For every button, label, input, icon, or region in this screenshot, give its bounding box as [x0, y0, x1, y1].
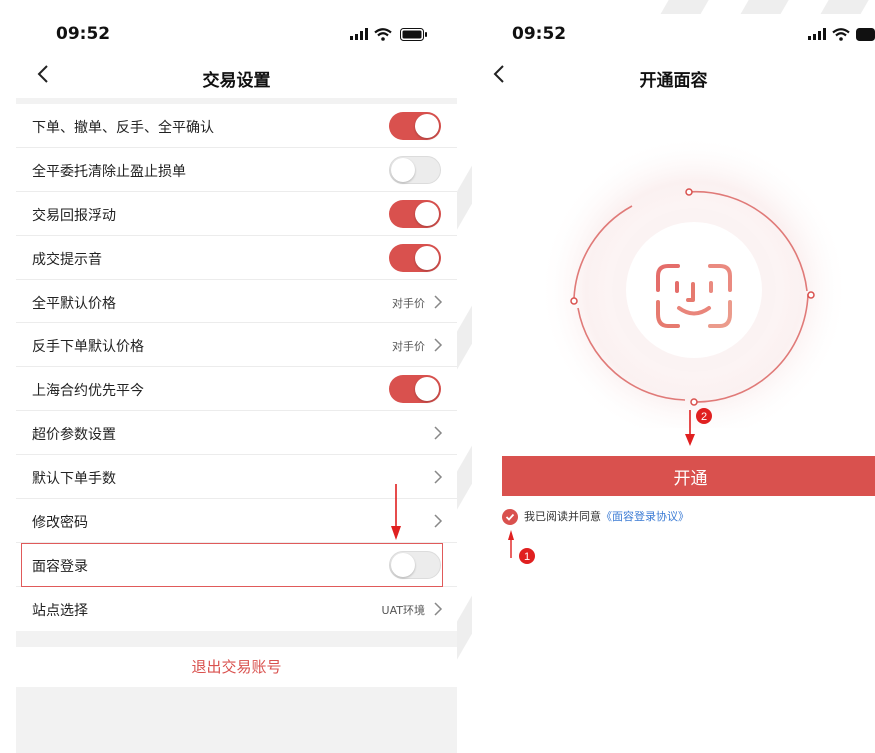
chevron-right-icon — [434, 514, 443, 528]
battery-icon — [400, 28, 427, 41]
status-bar: 09:52 — [472, 14, 875, 54]
agree-text: 我已阅读并同意 — [524, 510, 601, 523]
toggle-knob — [391, 157, 415, 182]
setting-label: 全平默认价格 — [32, 295, 116, 312]
toggle-switch[interactable] — [389, 243, 441, 272]
step-1-badge: 1 — [524, 551, 530, 563]
arc-node — [690, 398, 698, 406]
arc-node — [807, 291, 815, 299]
toggle-knob — [415, 377, 439, 402]
settings-list: 下单、撤单、反手、全平确认 全平委托清除止盈止损单 交易回报浮动 成交提示音 全… — [16, 104, 457, 631]
toggle-switch[interactable] — [389, 155, 441, 184]
step-2-badge: 2 — [701, 411, 707, 423]
setting-label: 修改密码 — [32, 515, 88, 532]
setting-label: 交易回报浮动 — [32, 207, 116, 224]
toggle-switch[interactable] — [389, 375, 441, 404]
logout-button[interactable]: 退出交易账号 — [16, 647, 457, 687]
setting-deal-sound: 成交提示音 — [16, 236, 457, 280]
page-title: 开通面容 — [639, 71, 708, 91]
setting-shanghai-close-today: 上海合约优先平今 — [16, 367, 457, 412]
chevron-right-icon — [434, 602, 443, 616]
nav-bar: 交易设置 — [16, 54, 457, 98]
toggle-knob — [415, 201, 439, 226]
setting-label: 成交提示音 — [32, 251, 102, 268]
enable-button[interactable]: 开通 — [502, 456, 875, 496]
trade-settings-screen: 09:52 交易设置 下单、撤单、反手、全平确认 全平委托清除止盈止损单 交易回… — [16, 14, 457, 753]
signal-icon — [808, 28, 826, 40]
status-bar: 09:52 — [16, 14, 457, 54]
setting-face-login: 面容登录 — [16, 542, 457, 587]
arrow-down-icon: 2 — [685, 408, 712, 446]
toggle-switch[interactable] — [389, 112, 441, 140]
setting-reverse-order-price[interactable]: 反手下单默认价格 对手价 — [16, 323, 457, 368]
status-time: 09:52 — [56, 24, 111, 44]
setting-close-all-price[interactable]: 全平默认价格 对手价 — [16, 280, 457, 324]
wifi-icon — [832, 28, 850, 41]
arc-node — [685, 188, 693, 196]
setting-label: 反手下单默认价格 — [32, 339, 144, 356]
logout-label: 退出交易账号 — [191, 658, 282, 676]
setting-confirm-orders: 下单、撤单、反手、全平确认 — [16, 104, 457, 148]
toggle-knob — [415, 245, 439, 270]
setting-value: 对手价 — [392, 340, 425, 354]
setting-clear-stop-orders: 全平委托清除止盈止损单 — [16, 148, 457, 192]
status-time: 09:52 — [512, 24, 567, 44]
setting-label: 默认下单手数 — [32, 471, 116, 488]
wifi-icon — [374, 28, 392, 41]
arc-node — [570, 297, 578, 305]
nav-bar: 开通面容 — [472, 54, 875, 98]
face-login-toggle[interactable] — [389, 550, 441, 579]
setting-value: UAT环境 — [381, 603, 425, 617]
setting-label: 上海合约优先平今 — [32, 383, 144, 400]
face-scan-graphic — [539, 135, 849, 428]
chevron-right-icon — [434, 426, 443, 440]
page-title: 交易设置 — [202, 71, 271, 91]
setting-site-select[interactable]: 站点选择 UAT环境 — [16, 587, 457, 631]
setting-value: 对手价 — [392, 296, 425, 310]
chevron-right-icon — [434, 338, 443, 352]
chevron-right-icon — [434, 470, 443, 484]
enable-face-screen: 09:52 开通面容 2 开通 我已阅读并同意《面容登录协议》 1 — [472, 14, 875, 753]
agreement-link[interactable]: 《面容登录协议》 — [601, 510, 689, 523]
arrow-up-icon: 1 — [508, 530, 535, 564]
setting-label: 全平委托清除止盈止损单 — [32, 163, 186, 180]
setting-trade-report-float: 交易回报浮动 — [16, 192, 457, 236]
toggle-knob — [391, 552, 415, 577]
checkbox-checked-icon[interactable] — [502, 509, 518, 525]
setting-label: 面容登录 — [32, 558, 88, 575]
arrow-down-icon — [391, 484, 401, 540]
chevron-right-icon — [434, 295, 443, 309]
setting-label: 站点选择 — [32, 602, 88, 619]
toggle-knob — [415, 114, 439, 138]
signal-icon — [350, 28, 368, 40]
toggle-switch[interactable] — [389, 199, 441, 228]
setting-label: 超价参数设置 — [32, 427, 116, 444]
agreement-row: 我已阅读并同意《面容登录协议》 — [502, 508, 689, 525]
setting-overprice-params[interactable]: 超价参数设置 — [16, 411, 457, 456]
battery-icon — [856, 28, 875, 41]
setting-label: 下单、撤单、反手、全平确认 — [32, 120, 214, 136]
